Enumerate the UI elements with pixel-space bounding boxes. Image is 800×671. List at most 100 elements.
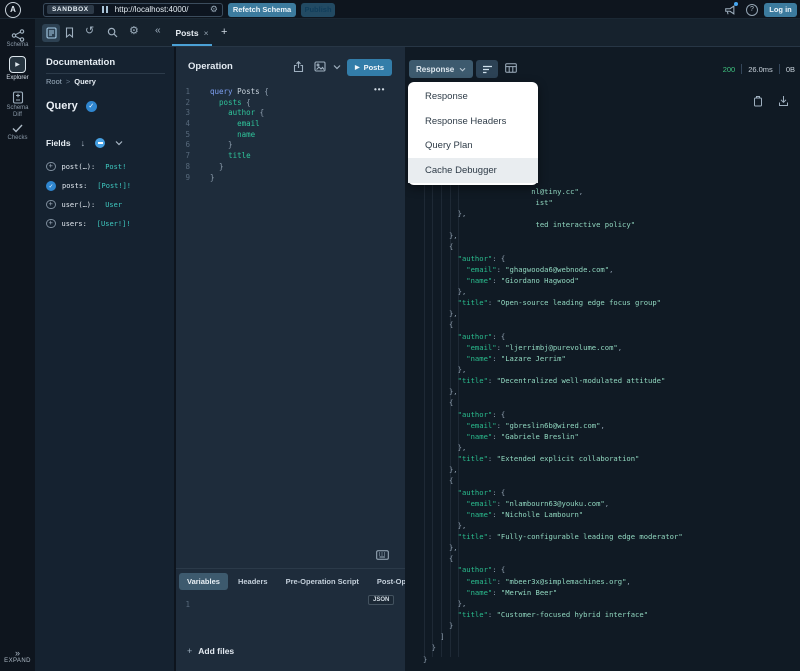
login-button[interactable]: Log in <box>764 2 797 17</box>
field-row[interactable]: + users: [User!]! <box>46 214 171 233</box>
breadcrumb-root[interactable]: Root <box>46 77 62 86</box>
help-icon[interactable]: ? <box>746 3 758 16</box>
tab-post-operation-script[interactable]: Post-Operation Script <box>369 573 405 590</box>
response-line: "title": "Decentralized well-modulated a… <box>457 376 666 386</box>
nav-item-schema[interactable]: Schema <box>0 29 35 49</box>
tab-pre-operation-script[interactable]: Pre-Operation Script <box>278 573 367 590</box>
nav-item-schema-diff[interactable]: Schema Diff <box>0 91 35 119</box>
response-line: }, <box>423 208 467 218</box>
schema-diff-icon <box>12 91 23 104</box>
response-line: "title": "Fully-configurable leading edg… <box>457 532 683 542</box>
latency: 26.0ms <box>748 64 773 74</box>
menu-item-query-plan[interactable]: Query Plan <box>408 134 538 159</box>
left-nav-rail: Schema ▶ Explorer Schema Diff Checks » E… <box>0 19 35 671</box>
nav-item-explorer[interactable]: ▶ Explorer <box>0 56 35 82</box>
chevron-down-icon[interactable] <box>115 140 123 146</box>
history-icon[interactable]: ↺ <box>85 26 94 37</box>
add-files-button[interactable]: + Add files <box>187 646 234 656</box>
url-input[interactable]: http://localhost:4000/ <box>115 5 189 14</box>
copy-icon[interactable] <box>753 95 763 107</box>
response-line: }, <box>423 231 458 241</box>
code-editor[interactable]: 1 query Posts {2 posts {3 author {4 email… <box>176 87 405 183</box>
menu-item-cache-debugger[interactable]: Cache Debugger <box>408 158 538 183</box>
tab-close-icon[interactable]: × <box>204 28 209 38</box>
publish-button[interactable]: Publish <box>301 2 335 17</box>
sort-arrow-icon[interactable]: ↓ <box>81 138 86 148</box>
active-tab-underline <box>172 44 212 46</box>
field-row[interactable]: + post(…): Post! <box>46 157 171 176</box>
response-line: "email": "ljerrimbj@purevolume.com", <box>466 342 623 352</box>
response-line: "author": { <box>457 253 506 263</box>
apollo-logo[interactable]: A <box>5 1 21 18</box>
response-line: { <box>423 320 454 330</box>
search-icon[interactable] <box>107 27 118 38</box>
response-line: "email": "mbeer3x@simplemachines.org", <box>466 576 631 586</box>
field-type[interactable]: [User!]! <box>97 220 131 228</box>
bookmark-icon[interactable] <box>65 27 74 38</box>
preview-icon[interactable] <box>314 61 326 72</box>
new-tab-button[interactable]: + <box>221 25 227 39</box>
response-view-menu: Response Response Headers Query Plan Cache … <box>408 82 538 185</box>
code-line: 5 name <box>176 130 405 141</box>
download-icon[interactable] <box>778 95 789 107</box>
chevron-down-icon[interactable] <box>333 64 341 70</box>
minus-circle-icon[interactable] <box>95 138 106 148</box>
run-button[interactable]: ▶ Posts <box>347 59 392 76</box>
code-line: 7 title <box>176 151 405 162</box>
line-number: 9 <box>185 172 190 182</box>
pause-icon[interactable] <box>101 6 108 13</box>
table-icon[interactable] <box>505 63 517 73</box>
collapse-icon[interactable]: « <box>155 26 161 36</box>
response-line: "email": "gbreslin6b@wired.com", <box>466 420 605 430</box>
field-add-icon[interactable]: + <box>46 161 56 172</box>
response-view-dropdown[interactable]: Response <box>409 60 474 78</box>
field-add-icon[interactable]: + <box>46 218 56 229</box>
tab-variables[interactable]: Variables <box>179 573 228 590</box>
field-type[interactable]: User <box>105 201 122 209</box>
response-line: "name": "Gabriele Breslin" <box>466 431 579 441</box>
sandbox-badge: SANDBOX <box>47 5 94 14</box>
tab-headers[interactable]: Headers <box>230 573 276 590</box>
expand-button[interactable]: » EXPAND <box>0 648 35 665</box>
field-add-icon[interactable]: + <box>46 199 56 210</box>
response-line: "author": { <box>457 487 506 497</box>
tab-posts[interactable]: Posts × <box>172 19 212 46</box>
connection-settings-gear-icon[interactable]: ⚙ <box>210 5 218 14</box>
share-icon[interactable] <box>293 61 304 73</box>
breadcrumb-current: Query <box>74 77 96 86</box>
field-type[interactable]: [Post!]! <box>97 182 131 190</box>
response-line: "author": { <box>457 331 506 341</box>
keyboard-shortcuts-icon[interactable] <box>376 550 389 560</box>
operation-bottom-tabs: Variables Headers Pre-Operation Script Post… <box>179 573 405 590</box>
response-line: "name": "Nicholle Lambourn" <box>466 509 584 519</box>
nav-item-checks[interactable]: Checks <box>0 123 35 142</box>
field-row[interactable]: + user(…): User <box>46 195 171 214</box>
field-name: users: <box>61 219 87 228</box>
response-line: }, <box>423 598 467 608</box>
explorer-icon: ▶ <box>9 56 26 73</box>
code-line: 2 posts { <box>176 98 405 109</box>
field-row[interactable]: ✓ posts: [Post!]! <box>46 176 171 195</box>
divider <box>46 73 165 74</box>
gear-icon[interactable]: ⚙ <box>129 26 139 37</box>
response-line: { <box>423 554 454 564</box>
field-check-icon[interactable]: ✓ <box>46 180 56 191</box>
checks-icon <box>12 124 23 133</box>
endpoint-url-bar[interactable]: SANDBOX http://localhost:4000/ ⚙ <box>43 2 223 17</box>
refetch-schema-button[interactable]: Refetch Schema <box>228 2 296 17</box>
response-json[interactable]: { "data": { "posts": [ { "author": { nl@… <box>423 130 800 665</box>
menu-item-response[interactable]: Response <box>408 84 538 109</box>
expand-icon: » <box>14 648 20 658</box>
check-circle-icon[interactable]: ✓ <box>85 100 97 112</box>
field-type[interactable]: Post! <box>105 163 126 171</box>
operation-title: Operation <box>188 61 233 72</box>
response-line: } <box>423 621 454 631</box>
response-line: nl@tiny.cc", <box>531 186 584 196</box>
response-line: "title": "Customer-focused hybrid interf… <box>457 610 649 620</box>
response-line: { <box>423 398 454 408</box>
variables-editor[interactable]: 1 <box>176 600 196 609</box>
operation-collections-button[interactable] <box>42 24 60 42</box>
format-button[interactable] <box>476 60 498 78</box>
menu-item-response-headers[interactable]: Response Headers <box>408 109 538 134</box>
type-title-row: Query ✓ <box>46 100 97 112</box>
